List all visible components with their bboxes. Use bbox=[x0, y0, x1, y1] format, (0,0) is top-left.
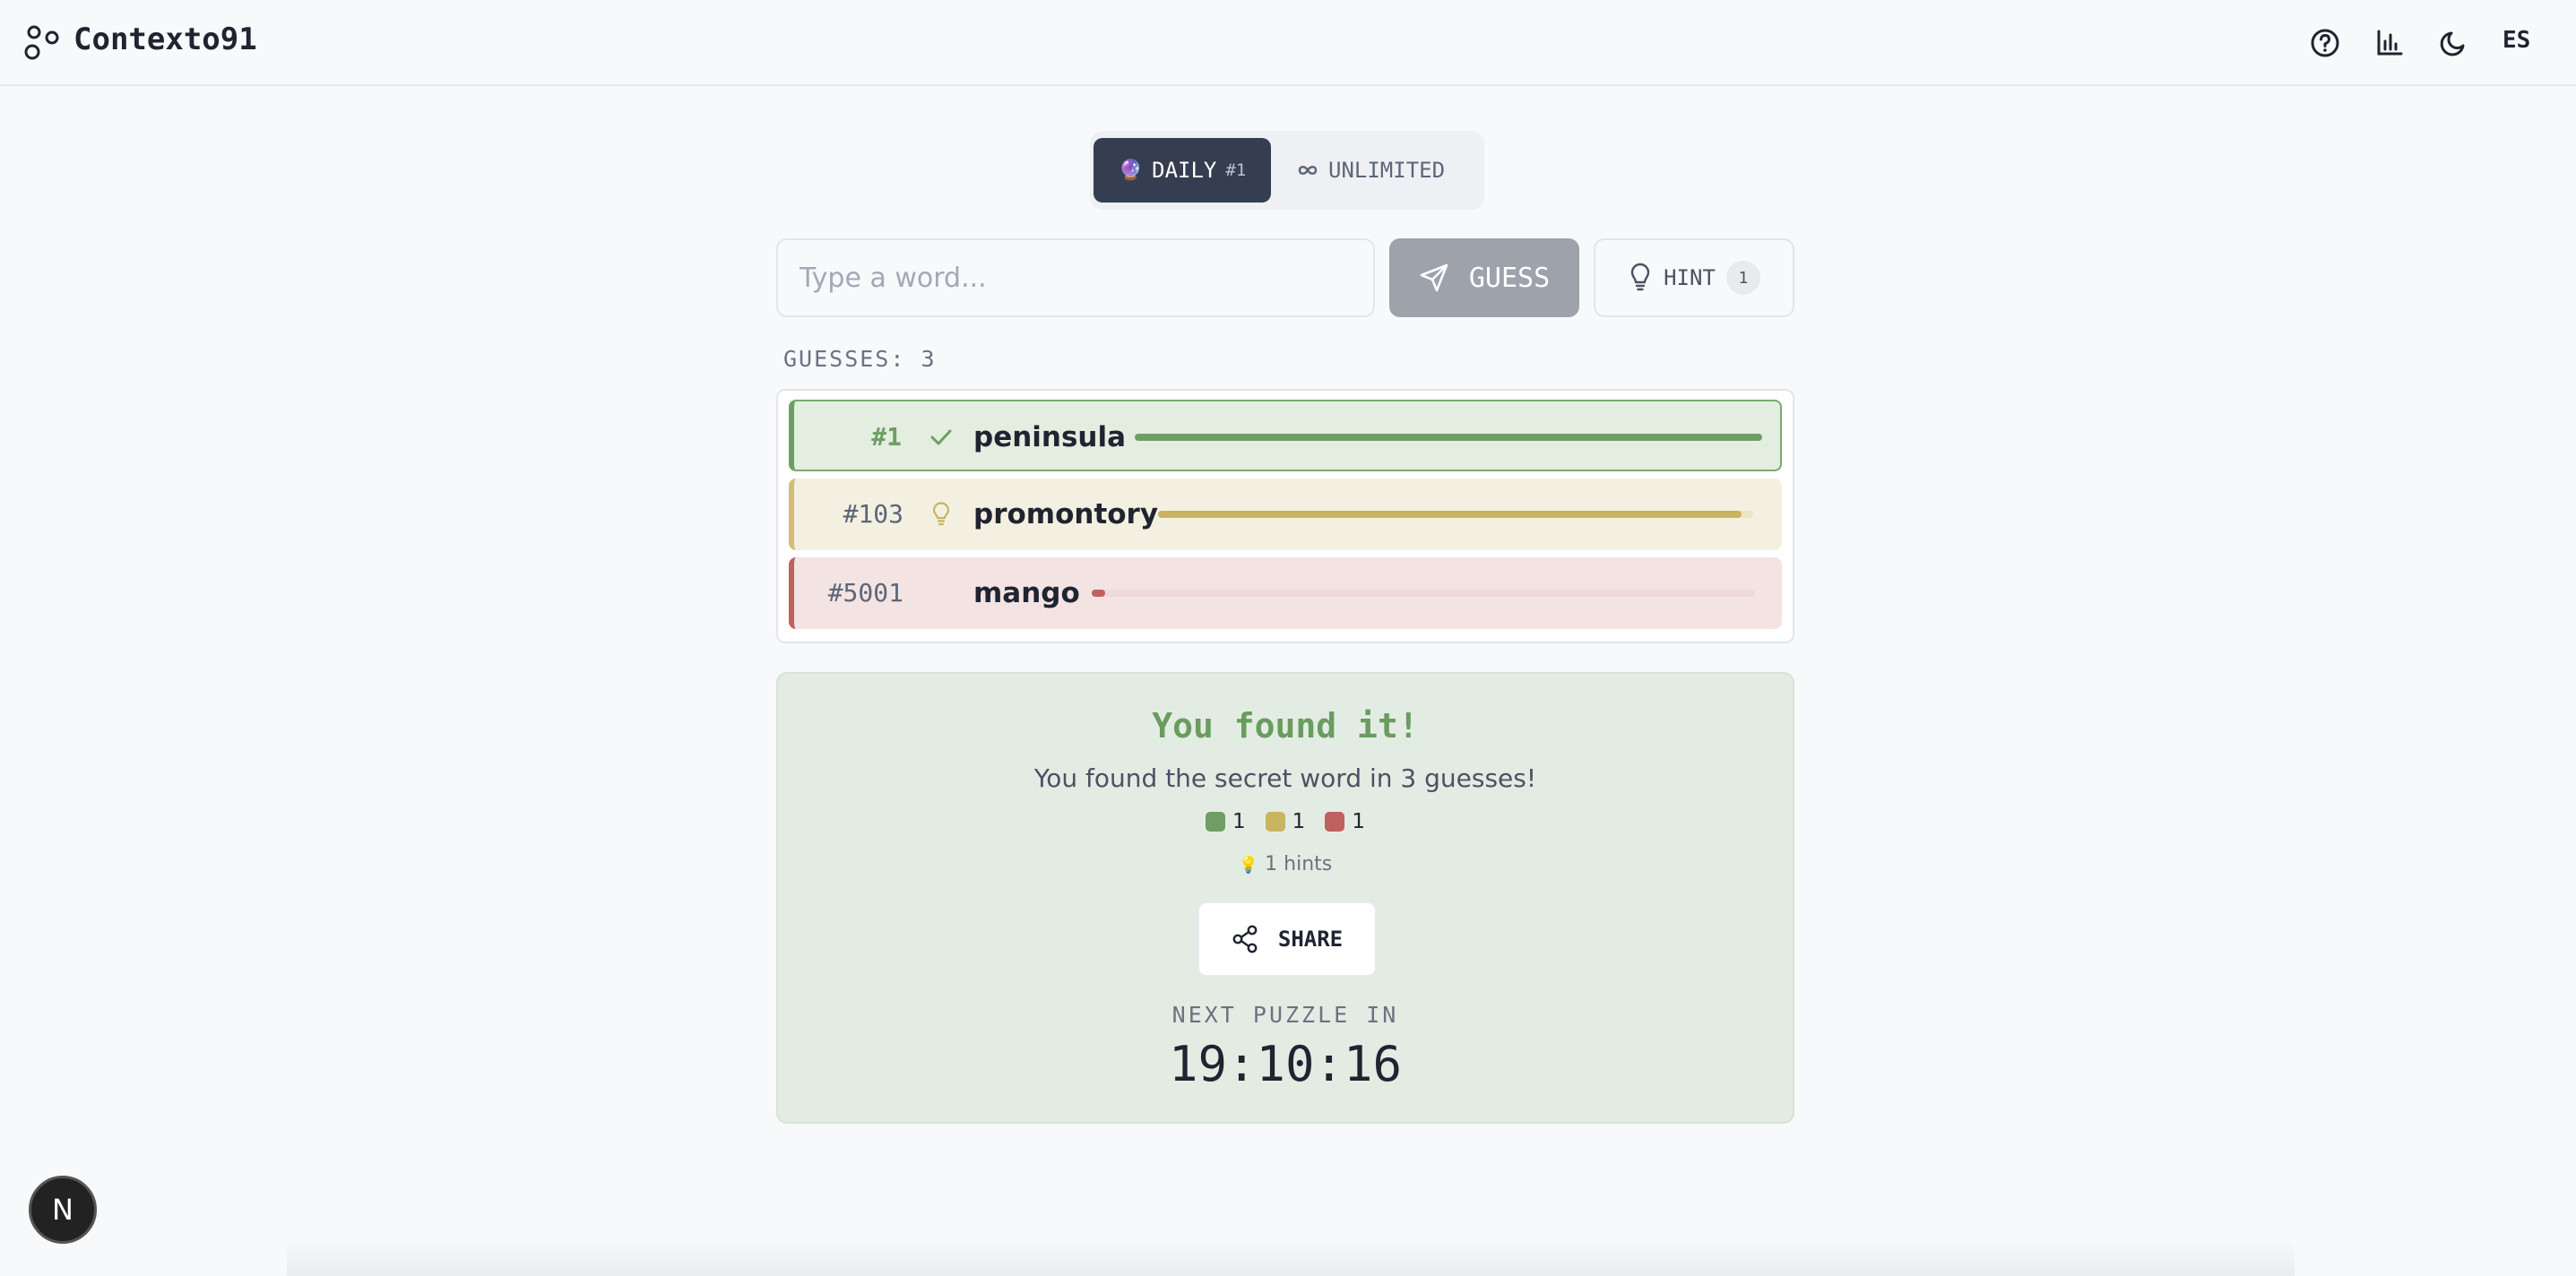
yellow-square-icon bbox=[1265, 812, 1285, 832]
guess-word: peninsula bbox=[973, 421, 1127, 453]
bottom-shadow bbox=[287, 1237, 2295, 1276]
guess-button[interactable]: GUESS bbox=[1389, 238, 1579, 317]
help-icon bbox=[2311, 29, 2339, 57]
guess-row[interactable]: #1 peninsula bbox=[789, 400, 1782, 471]
guesses-count-label: GUESSES: 3 bbox=[783, 346, 937, 372]
red-square-icon bbox=[1325, 812, 1345, 832]
share-icon bbox=[1232, 925, 1258, 953]
guess-row[interactable]: #5001 mango bbox=[789, 557, 1782, 629]
closeness-bar bbox=[1092, 590, 1105, 597]
hints-used-text: 1 hints bbox=[1265, 853, 1333, 875]
result-title: You found it! bbox=[1152, 706, 1419, 746]
hint-label: HINT bbox=[1664, 265, 1716, 290]
unlimited-label: UNLIMITED bbox=[1328, 158, 1446, 183]
countdown-timer: 19:10:16 bbox=[1168, 1036, 1403, 1092]
logo-icon[interactable] bbox=[23, 23, 61, 61]
green-square-icon bbox=[1206, 812, 1226, 832]
daily-label: DAILY bbox=[1152, 158, 1217, 183]
hints-used: 💡 1 hints bbox=[778, 853, 1793, 875]
closeness-bar bbox=[1158, 511, 1742, 518]
guess-rank: #5001 bbox=[827, 578, 903, 608]
closeness-track bbox=[1135, 434, 1762, 441]
guess-word: mango bbox=[973, 577, 1080, 609]
lightbulb-emoji-icon: 💡 bbox=[1238, 856, 1259, 875]
guess-rank: #1 bbox=[871, 422, 902, 452]
theme-toggle-button[interactable] bbox=[2434, 23, 2474, 63]
word-input[interactable] bbox=[776, 238, 1375, 317]
infinity-icon bbox=[1298, 166, 1318, 175]
stats-icon bbox=[2377, 30, 2403, 56]
closeness-bar bbox=[1135, 434, 1762, 441]
red-count: 1 bbox=[1325, 810, 1365, 833]
guesses-list: #1 peninsula #103 promontory #5001 mango bbox=[776, 389, 1794, 643]
help-button[interactable] bbox=[2305, 23, 2345, 63]
next-dev-badge[interactable]: N bbox=[29, 1176, 97, 1244]
share-label: SHARE bbox=[1277, 927, 1344, 952]
daily-mode-button[interactable]: 🔮 DAILY #1 bbox=[1094, 138, 1271, 203]
result-color-counts: 1 1 1 bbox=[778, 810, 1793, 833]
unlimited-mode-button[interactable]: UNLIMITED bbox=[1296, 138, 1475, 203]
send-icon bbox=[1420, 263, 1448, 292]
next-puzzle-label: NEXT PUZZLE IN bbox=[1171, 1002, 1399, 1028]
check-icon bbox=[930, 429, 952, 445]
guess-row[interactable]: #103 promontory bbox=[789, 478, 1782, 550]
top-header: Contexto91 ES bbox=[0, 0, 2576, 86]
daily-number: #1 bbox=[1225, 160, 1247, 180]
stats-button[interactable] bbox=[2370, 23, 2409, 63]
language-switch[interactable]: ES bbox=[2503, 27, 2530, 54]
crystal-ball-icon: 🔮 bbox=[1118, 159, 1144, 182]
result-panel: You found it! You found the secret word … bbox=[776, 672, 1794, 1124]
yellow-count: 1 bbox=[1265, 810, 1305, 833]
closeness-track bbox=[1158, 511, 1753, 518]
lightbulb-icon bbox=[932, 502, 950, 526]
lightbulb-icon bbox=[1630, 263, 1650, 291]
share-button[interactable]: SHARE bbox=[1197, 901, 1377, 977]
guess-word: promontory bbox=[973, 498, 1159, 530]
green-count: 1 bbox=[1206, 810, 1246, 833]
moon-icon bbox=[2440, 31, 2465, 56]
hint-button[interactable]: HINT 1 bbox=[1594, 238, 1794, 317]
hint-count-badge: 1 bbox=[1725, 261, 1760, 295]
result-subtitle: You found the secret word in 3 guesses! bbox=[1033, 763, 1537, 793]
guess-rank: #103 bbox=[843, 499, 903, 529]
closeness-track bbox=[1092, 590, 1755, 597]
mode-toggle: 🔮 DAILY #1 UNLIMITED bbox=[1090, 131, 1484, 210]
brand-title[interactable]: Contexto91 bbox=[73, 22, 257, 57]
guess-label: GUESS bbox=[1468, 262, 1551, 294]
